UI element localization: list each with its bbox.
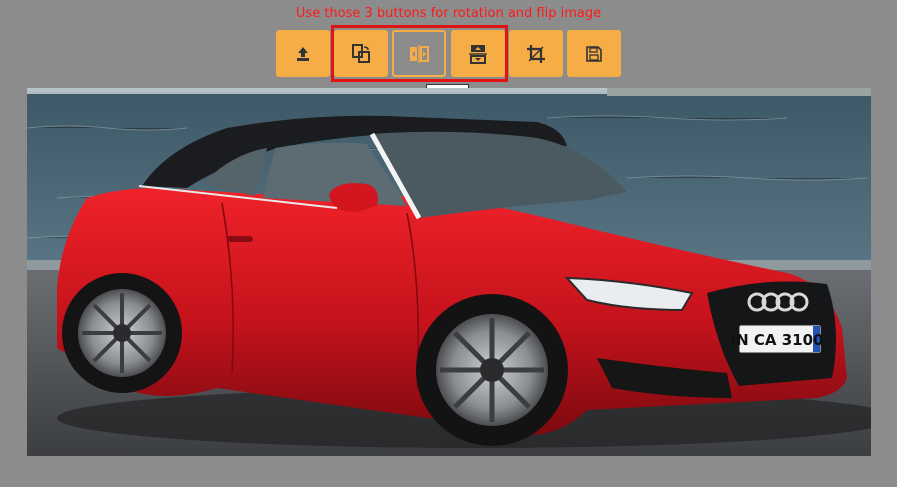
crop-icon: [527, 44, 545, 63]
crop-button[interactable]: [509, 30, 563, 77]
upload-icon: [297, 46, 309, 61]
rear-wheel: [62, 273, 182, 393]
car-image: IN CA 3100: [27, 88, 871, 456]
save-icon: [586, 45, 602, 62]
annotation-text: Use those 3 buttons for rotation and fli…: [295, 6, 602, 21]
save-button[interactable]: [567, 30, 621, 77]
upload-button[interactable]: [276, 30, 330, 77]
front-wheel: [416, 294, 568, 446]
flip-buttons-highlight: [331, 25, 508, 82]
license-plate-text: IN CA 3100: [731, 331, 824, 349]
